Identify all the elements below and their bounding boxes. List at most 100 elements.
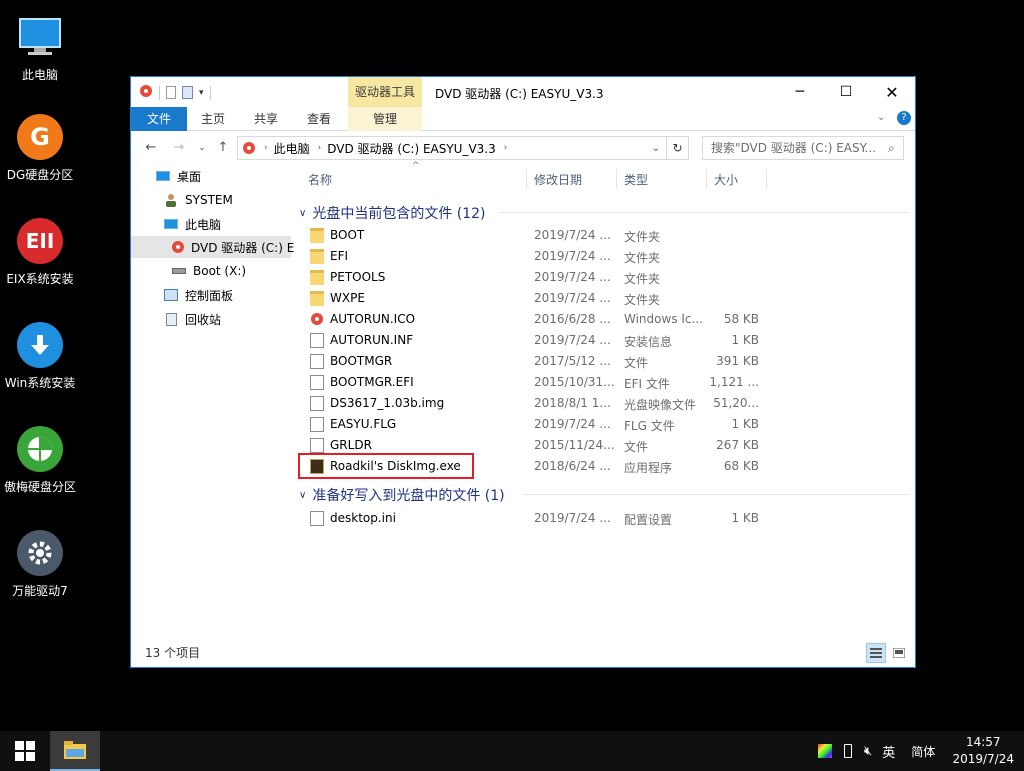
start-button[interactable]: [0, 731, 50, 771]
address-bar[interactable]: › 此电脑 › DVD 驱动器 (C:) EASYU_V3.3 › ⌄: [237, 136, 667, 160]
file-row[interactable]: desktop.ini 2019/7/24 ... 配置设置 1 KB: [291, 508, 915, 529]
new-file-icon[interactable]: [166, 86, 176, 99]
file-row[interactable]: BOOT 2019/7/24 ... 文件夹: [291, 225, 915, 246]
tab-file[interactable]: 文件: [131, 107, 187, 131]
drive-tools-context-tab: 驱动器工具: [348, 77, 422, 107]
large-icons-view-icon[interactable]: [889, 643, 909, 663]
refresh-icon[interactable]: ↻: [667, 136, 689, 160]
chevron-down-icon: ∨: [299, 207, 307, 219]
desktop-icon-win-install[interactable]: Win系统安装: [0, 322, 80, 391]
this-pc-icon: [17, 14, 63, 60]
customize-toolbar-icon[interactable]: ▾: [199, 88, 204, 98]
tab-manage[interactable]: 管理: [348, 107, 422, 131]
column-header-name[interactable]: 名称: [308, 171, 332, 188]
language-indicator[interactable]: 简体: [911, 743, 935, 760]
file-type: Windows Ic...: [624, 312, 703, 326]
sort-ascending-icon: ^: [412, 161, 420, 171]
file-row[interactable]: AUTORUN.ICO 2016/6/28 ... Windows Ic... 58 …: [291, 309, 915, 330]
nav-item-boot-drive[interactable]: Boot (X:): [171, 260, 246, 282]
close-button[interactable]: ✕: [869, 77, 915, 107]
column-header-size[interactable]: 大小: [714, 171, 738, 188]
nav-item-control-panel[interactable]: 控制面板: [163, 284, 233, 306]
column-divider: [616, 169, 617, 189]
chevron-right-icon: ›: [503, 143, 508, 153]
file-name: EASYU.FLG: [330, 417, 397, 431]
forward-icon[interactable]: →: [171, 140, 187, 156]
column-header-date[interactable]: 修改日期: [534, 171, 582, 188]
file-type: 文件夹: [624, 251, 661, 265]
nav-item-label: 桌面: [177, 169, 202, 184]
file-name: AUTORUN.INF: [330, 333, 414, 347]
nav-item-system[interactable]: SYSTEM: [163, 189, 233, 211]
file-size: 58 KB: [723, 312, 759, 326]
taskbar-file-explorer[interactable]: [50, 731, 100, 771]
search-input[interactable]: 搜索"DVD 驱动器 (C:) EASY...: [702, 136, 904, 160]
file-type: 文件夹: [624, 230, 661, 244]
taskbar: 🔇︎ 英 简体 14:57 2019/7/24: [0, 731, 1024, 771]
expand-ribbon-icon[interactable]: ⌄: [877, 112, 885, 123]
group-header-current[interactable]: ∨ 光盘中当前包含的文件 (12): [299, 203, 486, 223]
file-size: 1 KB: [731, 333, 759, 347]
ime-mode-indicator[interactable]: 英: [882, 742, 895, 761]
file-icon: [310, 375, 324, 390]
desktop-icon-eix-install[interactable]: EII EIX系统安装: [0, 218, 80, 287]
desktop-icon-driver[interactable]: 万能驱动7: [0, 530, 80, 599]
file-row[interactable]: WXPE 2019/7/24 ... 文件夹: [291, 288, 915, 309]
color-app-icon[interactable]: [818, 744, 832, 758]
file-size: 1,121 ...: [709, 375, 759, 389]
group-header-ready[interactable]: ∨ 准备好写入到光盘中的文件 (1): [299, 485, 505, 505]
details-view-icon[interactable]: [866, 643, 886, 663]
search-icon[interactable]: ⌕: [888, 141, 895, 156]
tab-share[interactable]: 共享: [246, 107, 286, 131]
clock[interactable]: 14:57 2019/7/24: [952, 734, 1014, 768]
desktop-icon-aomei-partition[interactable]: 傲梅硬盘分区: [0, 426, 80, 495]
file-row[interactable]: AUTORUN.INF 2019/7/24 ... 安装信息 1 KB: [291, 330, 915, 351]
usb-icon[interactable]: [844, 744, 852, 758]
desktop-icon-dg-partition[interactable]: G DG硬盘分区: [0, 114, 80, 183]
file-size: 391 KB: [716, 354, 759, 368]
file-row[interactable]: DS3617_1.03b.img 2018/8/1 1... 光盘映像文件 51,20…: [291, 393, 915, 414]
minimize-button[interactable]: ─: [777, 77, 823, 107]
nav-item-dvd-drive[interactable]: DVD 驱动器 (C:) E: [131, 236, 294, 258]
file-type: FLG 文件: [624, 419, 675, 433]
file-row[interactable]: PETOOLS 2019/7/24 ... 文件夹: [291, 267, 915, 288]
help-icon[interactable]: ?: [897, 111, 911, 125]
file-row[interactable]: BOOTMGR 2017/5/12 ... 文件 391 KB: [291, 351, 915, 372]
file-row[interactable]: EASYU.FLG 2019/7/24 ... FLG 文件 1 KB: [291, 414, 915, 435]
settings-file-icon: [310, 333, 324, 348]
file-name: AUTORUN.ICO: [330, 312, 416, 326]
desktop-icon: [155, 169, 171, 183]
recent-locations-icon[interactable]: ⌄: [194, 140, 210, 156]
clock-time: 14:57: [965, 735, 1001, 749]
breadcrumb-dvd-drive[interactable]: DVD 驱动器 (C:) EASYU_V3.3: [327, 140, 496, 157]
tab-home[interactable]: 主页: [193, 107, 233, 131]
properties-icon[interactable]: [182, 86, 193, 99]
file-name: WXPE: [330, 291, 365, 305]
nav-item-this-pc[interactable]: 此电脑: [163, 213, 221, 235]
file-row[interactable]: EFI 2019/7/24 ... 文件夹: [291, 246, 915, 267]
up-icon[interactable]: ↑: [215, 140, 231, 156]
window-title: DVD 驱动器 (C:) EASYU_V3.3: [435, 87, 604, 101]
address-row: ← → ⌄ ↑ › 此电脑 › DVD 驱动器 (C:) EASYU_V3.3 …: [131, 131, 915, 165]
file-explorer-icon: [64, 741, 86, 759]
group-divider: [523, 494, 909, 495]
title-bar[interactable]: ▾ 驱动器工具 DVD 驱动器 (C:) EASYU_V3.3 ─ ☐ ✕: [131, 77, 915, 107]
maximize-button[interactable]: ☐: [823, 77, 869, 107]
volume-muted-icon[interactable]: 🔇︎: [864, 744, 872, 759]
file-date: 2016/6/28 ...: [534, 312, 611, 326]
file-name: BOOTMGR.EFI: [330, 375, 414, 389]
win-install-icon: [17, 322, 63, 368]
file-row[interactable]: BOOTMGR.EFI 2015/10/31... EFI 文件 1,121 ...: [291, 372, 915, 393]
file-date: 2019/7/24 ...: [534, 333, 611, 347]
nav-item-recycle-bin[interactable]: 回收站: [163, 308, 221, 330]
group-divider: [499, 212, 909, 213]
nav-item-desktop[interactable]: 桌面: [155, 165, 201, 187]
desktop-icon-this-pc[interactable]: 此电脑: [0, 14, 80, 83]
tab-view[interactable]: 查看: [299, 107, 339, 131]
column-header-type[interactable]: 类型: [624, 171, 648, 188]
dg-partition-icon: G: [17, 114, 63, 160]
driver-gear-icon: [17, 530, 63, 576]
address-dropdown-icon[interactable]: ⌄: [652, 143, 660, 154]
breadcrumb-this-pc[interactable]: 此电脑: [274, 140, 310, 157]
back-icon[interactable]: ←: [143, 140, 159, 156]
